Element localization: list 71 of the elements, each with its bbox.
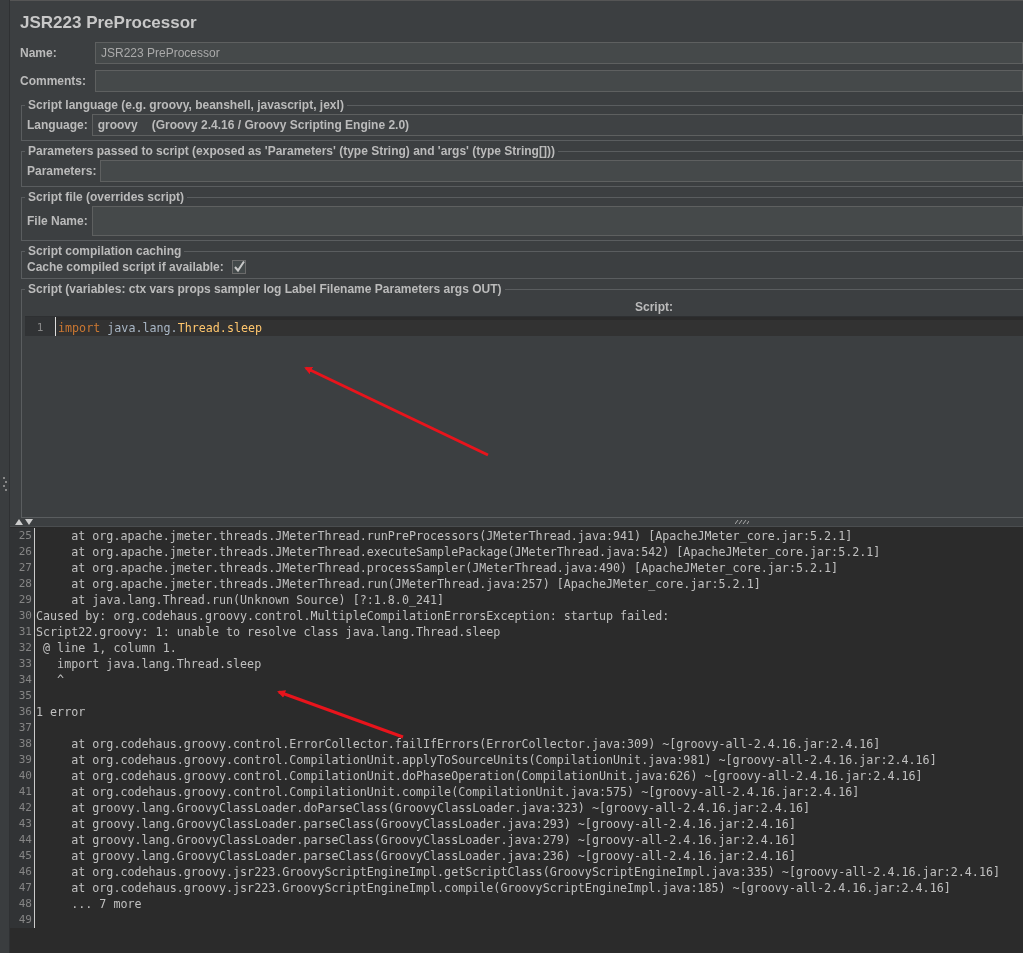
line-number: 28 — [10, 576, 35, 592]
line-number: 36 — [10, 704, 35, 720]
field-label: Name: — [19, 46, 58, 60]
log-line: at groovy.lang.GroovyClassLoader.parseClass(GroovyClassLoader.java:279) ~[groovy-all-2.4.16.jar:2.4.16] — [70, 832, 796, 848]
log-line: at org.codehaus.groovy.control.CompilationUnit.applyToSourceUnits(CompilationUnit.java:981) ~[groovy-all-2.4.16.jar:2.4.16] — [70, 752, 937, 768]
log-line: at org.codehaus.groovy.control.CompilationUnit.doPhaseOperation(CompilationUnit.java:626) ~[groovy-all-2.4.16.jar:2.4.16] — [70, 768, 923, 784]
line-number: 49 — [10, 912, 35, 928]
log-line: at org.codehaus.groovy.jsr223.GroovyScriptEngineImpl.getScriptClass(GroovyScriptEngineImpl.java:335) ~[groovy-all-2.4.16.jar:2.4.16] — [70, 864, 1000, 880]
log-line: at groovy.lang.GroovyClassLoader.parseClass(GroovyClassLoader.java:293) ~[groovy-all-2.4.16.jar:2.4.16] — [70, 816, 796, 832]
group-legend: Parameters passed to script (exposed as 'Parameters' (type String) and 'args' (type String[])) — [25, 144, 558, 158]
language-dropdown[interactable]: groovy (Groovy 2.4.16 / Groovy Scripting Engine 2.0) — [91, 114, 1023, 136]
line-number: 42 — [10, 800, 35, 816]
panel-title: JSR223 PreProcessor — [19, 12, 198, 34]
log-line: at org.codehaus.groovy.control.ErrorCollector.failIfErrors(ErrorCollector.java:309) ~[groovy-all-2.4.16.jar:2.4.16] — [70, 736, 881, 752]
log-line: at groovy.lang.GroovyClassLoader.doParseClass(GroovyClassLoader.java:323) ~[groovy-all-2.4.16.jar:2.4.16] — [70, 800, 810, 816]
line-number: 38 — [10, 736, 35, 752]
splitter-grip-icon[interactable] — [735, 520, 749, 524]
line-number: 47 — [10, 880, 35, 896]
code-editor[interactable]: 1 import java.lang.Thread.sleep — [25, 317, 1023, 336]
group-legend: Script language (e.g. groovy, beanshell, javascript, jexl) — [25, 98, 347, 112]
collapse-arrows-icon[interactable] — [14, 518, 36, 526]
log-line: Script22.groovy: 1: unable to resolve class java.lang.Thread.sleep — [35, 624, 501, 640]
log-line: ^ — [56, 672, 65, 688]
line-number: 34 — [10, 672, 35, 688]
checkbox[interactable] — [231, 260, 246, 274]
line-number: 48 — [10, 896, 35, 912]
log-line: at groovy.lang.GroovyClassLoader.parseClass(GroovyClassLoader.java:236) ~[groovy-all-2.4.16.jar:2.4.16] — [70, 848, 796, 864]
log-line: at org.apache.jmeter.threads.JMeterThread.processSampler(JMeterThread.java:490) [ApacheJMeter_core.jar:5.2.1] — [70, 560, 839, 576]
line-number: 30 — [10, 608, 35, 624]
line-number: 45 — [10, 848, 35, 864]
editor-header: Script: — [635, 300, 673, 314]
line-number: 32 — [10, 640, 35, 656]
line-number: 40 — [10, 768, 35, 784]
checkbox-label: Cache compiled script if available: — [26, 260, 225, 274]
log-line: at org.apache.jmeter.threads.JMeterThread.runPreProcessors(JMeterThread.java:941) [ApacheJMeter_core.jar:5.2.1] — [70, 528, 853, 544]
line-number: 46 — [10, 864, 35, 880]
line-number: 44 — [10, 832, 35, 848]
log-line: at org.apache.jmeter.threads.JMeterThread.run(JMeterThread.java:257) [ApacheJMeter_core.jar:5.2.1] — [70, 576, 761, 592]
log-line: at org.apache.jmeter.threads.JMeterThread.executeSamplePackage(JMeterThread.java:542) [ApacheJMeter_core.jar:5.2.1] — [70, 544, 881, 560]
line-number: 31 — [10, 624, 35, 640]
log-line: at org.codehaus.groovy.control.CompilationUnit.compile(CompilationUnit.java:575) ~[groovy-all-2.4.16.jar:2.4.16] — [70, 784, 860, 800]
log-line: Caused by: org.codehaus.groovy.control.MultipleCompilationErrorsException: startup failed: — [35, 608, 670, 624]
field-label: Language: — [26, 118, 89, 132]
line-number: 35 — [10, 688, 35, 704]
line-number: 27 — [10, 560, 35, 576]
parameters-field[interactable] — [100, 160, 1023, 182]
file-name-field[interactable] — [91, 206, 1023, 236]
group-legend: Script file (overrides script) — [25, 190, 188, 204]
splitter-grip-icon[interactable] — [2, 477, 7, 491]
line-number: 29 — [10, 592, 35, 608]
log-line: ... 7 more — [70, 896, 142, 912]
line-number: 39 — [10, 752, 35, 768]
log-line: 1 error — [35, 704, 86, 720]
line-number: 43 — [10, 816, 35, 832]
line-number: 41 — [10, 784, 35, 800]
comments-field[interactable] — [95, 70, 1023, 92]
group-legend: Script compilation caching — [25, 244, 185, 258]
log-line: import java.lang.Thread.sleep — [56, 656, 262, 672]
log-line: at org.codehaus.groovy.jsr223.GroovyScriptEngineImpl.compile(GroovyScriptEngineImpl.java:185) ~[groovy-all-2.4.16.jar:2.4.16] — [70, 880, 951, 896]
log-line: @ line 1, column 1. — [42, 640, 177, 656]
line-number: 25 — [10, 528, 35, 544]
name-field[interactable]: JSR223 PreProcessor — [95, 42, 1023, 64]
line-number: 37 — [10, 720, 35, 736]
field-label: Comments: — [19, 74, 87, 88]
group-legend: Script (variables: ctx vars props sampler log Label Filename Parameters args OUT) — [25, 282, 505, 296]
log-line: at java.lang.Thread.run(Unknown Source) [?:1.8.0_241] — [70, 592, 445, 608]
line-number: 26 — [10, 544, 35, 560]
line-number: 1 — [35, 320, 45, 336]
line-number: 33 — [10, 656, 35, 672]
field-label: File Name: — [26, 214, 89, 228]
field-label: Parameters: — [26, 164, 98, 178]
